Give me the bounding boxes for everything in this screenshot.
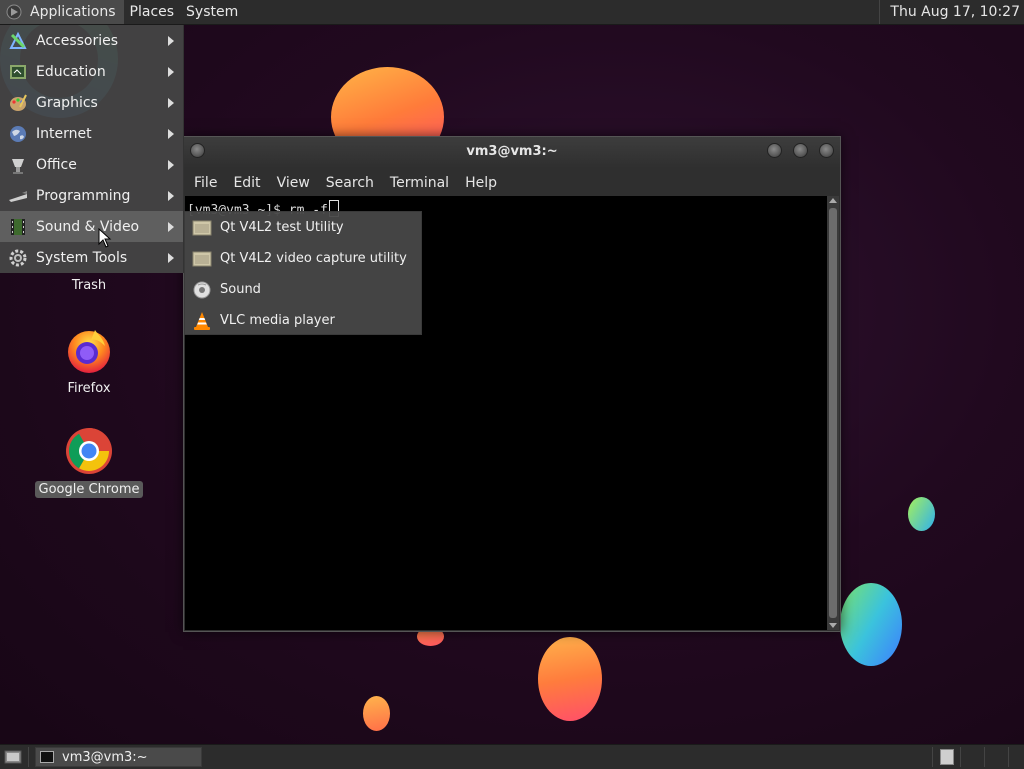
terminal-menu-edit[interactable]: Edit bbox=[225, 175, 268, 191]
menu-item-graphics[interactable]: Graphics bbox=[0, 87, 183, 118]
generic-app-icon bbox=[191, 248, 213, 270]
close-button[interactable] bbox=[819, 143, 834, 158]
system-menu-button[interactable]: System bbox=[180, 0, 244, 24]
applications-label: Applications bbox=[30, 4, 116, 20]
distro-logo-icon bbox=[6, 4, 22, 20]
accessories-icon bbox=[7, 30, 29, 52]
submenu-item-vlc-media-player[interactable]: VLC media player bbox=[185, 305, 421, 336]
submenu-arrow-icon bbox=[168, 129, 174, 139]
submenu-arrow-icon bbox=[168, 98, 174, 108]
vlc-cone-icon bbox=[191, 310, 213, 332]
wallpaper-bubble bbox=[908, 497, 935, 531]
top-panel: Applications Places System Thu Aug 17, 1… bbox=[0, 0, 1024, 25]
wallpaper-bubble bbox=[840, 583, 902, 666]
mouse-pointer-icon bbox=[98, 228, 112, 248]
submenu-label: VLC media player bbox=[220, 313, 335, 328]
terminal-menu-file[interactable]: File bbox=[186, 175, 225, 191]
sound-video-icon bbox=[7, 216, 29, 238]
menu-label: Internet bbox=[36, 125, 92, 142]
firefox-icon bbox=[65, 326, 113, 374]
taskbar-label: vm3@vm3:~ bbox=[62, 749, 148, 765]
submenu-label: Qt V4L2 video capture utility bbox=[220, 251, 407, 266]
terminal-titlebar[interactable]: vm3@vm3:~ bbox=[184, 137, 840, 168]
desktop-icon-trash[interactable]: Trash bbox=[34, 277, 144, 294]
desktop-icon-firefox[interactable]: Firefox bbox=[34, 326, 144, 397]
menu-label: Sound & Video bbox=[36, 218, 140, 235]
education-icon bbox=[7, 61, 29, 83]
minimize-button[interactable] bbox=[767, 143, 782, 158]
programming-icon bbox=[7, 185, 29, 207]
panel-separator bbox=[28, 747, 29, 767]
sound-icon bbox=[191, 279, 213, 301]
submenu-arrow-icon bbox=[168, 222, 174, 232]
terminal-scrollbar[interactable] bbox=[827, 196, 839, 630]
desktop-icon-google-chrome[interactable]: Google Chrome bbox=[34, 427, 144, 498]
terminal-menu-view[interactable]: View bbox=[269, 175, 318, 191]
scroll-up-arrow-icon[interactable] bbox=[829, 198, 837, 203]
panel-separator bbox=[984, 747, 985, 767]
submenu-label: Sound bbox=[220, 282, 261, 297]
panel-separator bbox=[932, 747, 933, 767]
menu-label: Accessories bbox=[36, 32, 119, 49]
menu-item-accessories[interactable]: Accessories bbox=[0, 25, 183, 56]
menu-item-system-tools[interactable]: System Tools bbox=[0, 242, 183, 273]
menu-label: System Tools bbox=[36, 249, 128, 266]
menu-label: Graphics bbox=[36, 94, 98, 111]
show-desktop-icon[interactable] bbox=[4, 749, 22, 765]
applications-menu: Accessories Education Graphics Internet … bbox=[0, 25, 184, 273]
wallpaper-bubble bbox=[538, 637, 602, 721]
places-menu-button[interactable]: Places bbox=[124, 0, 181, 24]
internet-globe-icon bbox=[7, 123, 29, 145]
submenu-arrow-icon bbox=[168, 36, 174, 46]
firefox-label: Firefox bbox=[67, 381, 111, 396]
terminal-menu-search[interactable]: Search bbox=[318, 175, 382, 191]
generic-app-icon bbox=[191, 217, 213, 239]
terminal-title: vm3@vm3:~ bbox=[466, 144, 558, 159]
menu-item-sound-video[interactable]: Sound & Video bbox=[0, 211, 183, 242]
applications-menu-button[interactable]: Applications bbox=[0, 0, 124, 24]
scrollbar-thumb[interactable] bbox=[829, 208, 837, 618]
submenu-arrow-icon bbox=[168, 191, 174, 201]
sound-video-submenu: Qt V4L2 test Utility Qt V4L2 video captu… bbox=[184, 211, 422, 335]
submenu-item-qt-v4l2-test-utility[interactable]: Qt V4L2 test Utility bbox=[185, 212, 421, 243]
submenu-arrow-icon bbox=[168, 253, 174, 263]
menu-item-office[interactable]: Office bbox=[0, 149, 183, 180]
panel-clock[interactable]: Thu Aug 17, 10:27 bbox=[879, 0, 1020, 24]
chrome-icon bbox=[65, 427, 113, 475]
wallpaper-bubble bbox=[363, 696, 390, 731]
google-chrome-label: Google Chrome bbox=[34, 481, 144, 498]
menu-label: Education bbox=[36, 63, 106, 80]
submenu-item-qt-v4l2-video-capture[interactable]: Qt V4L2 video capture utility bbox=[185, 243, 421, 274]
graphics-icon bbox=[7, 92, 29, 114]
bottom-panel: vm3@vm3:~ bbox=[0, 744, 1024, 769]
scroll-down-arrow-icon[interactable] bbox=[829, 623, 837, 628]
panel-separator bbox=[1008, 747, 1009, 767]
taskbar-button-terminal[interactable]: vm3@vm3:~ bbox=[35, 747, 202, 767]
terminal-menubar: File Edit View Search Terminal Help bbox=[184, 168, 840, 197]
menu-item-programming[interactable]: Programming bbox=[0, 180, 183, 211]
submenu-item-sound[interactable]: Sound bbox=[185, 274, 421, 305]
terminal-menu-terminal[interactable]: Terminal bbox=[382, 175, 457, 191]
maximize-button[interactable] bbox=[793, 143, 808, 158]
office-icon bbox=[7, 154, 29, 176]
menu-label: Programming bbox=[36, 187, 131, 204]
terminal-icon bbox=[40, 751, 54, 763]
menu-label: Office bbox=[36, 156, 77, 173]
workspace-1[interactable] bbox=[940, 749, 954, 765]
submenu-label: Qt V4L2 test Utility bbox=[220, 220, 344, 235]
trash-label: Trash bbox=[71, 278, 107, 293]
panel-separator bbox=[960, 747, 961, 767]
submenu-arrow-icon bbox=[168, 160, 174, 170]
submenu-arrow-icon bbox=[168, 67, 174, 77]
menu-item-education[interactable]: Education bbox=[0, 56, 183, 87]
menu-item-internet[interactable]: Internet bbox=[0, 118, 183, 149]
terminal-menu-help[interactable]: Help bbox=[457, 175, 505, 191]
system-tools-gear-icon bbox=[7, 247, 29, 269]
